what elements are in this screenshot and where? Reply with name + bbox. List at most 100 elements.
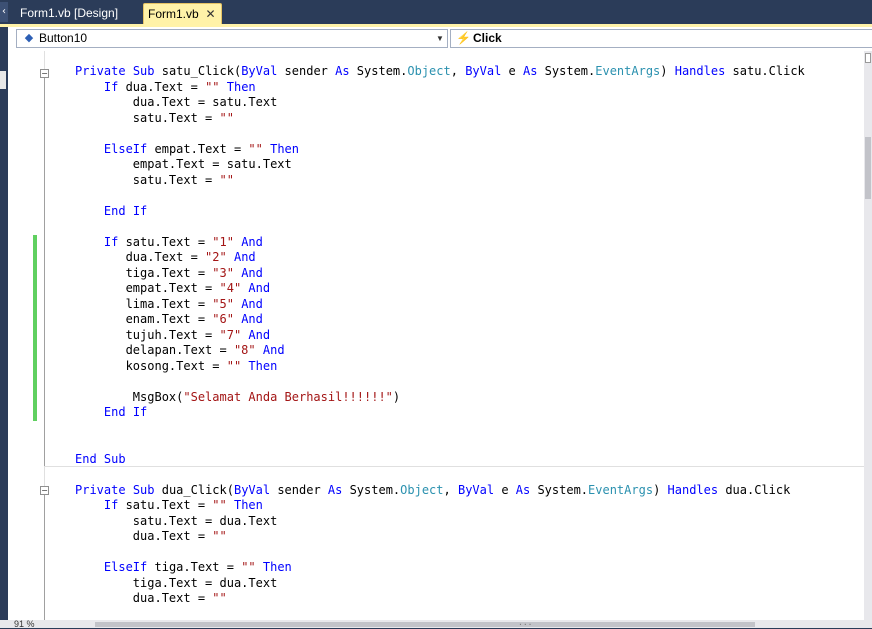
code-line[interactable]: [75, 126, 805, 142]
code-line[interactable]: dua.Text = "": [75, 529, 805, 545]
code-keyword: And: [241, 265, 263, 280]
button-control-icon: ◆: [24, 32, 34, 44]
code-line[interactable]: End If: [75, 204, 805, 220]
code-line[interactable]: If satu.Text = "1" And: [75, 235, 805, 251]
code-token: System.: [530, 482, 589, 497]
code-line[interactable]: kosong.Text = "" Then: [75, 359, 805, 375]
collapse-region-icon[interactable]: −: [40, 486, 49, 495]
code-token: empat.Text =: [75, 281, 220, 295]
code-token: sender: [277, 64, 336, 78]
code-keyword: Then: [248, 358, 278, 373]
code-line[interactable]: satu.Text = "": [75, 111, 805, 127]
code-line[interactable]: [75, 467, 805, 483]
code-token: e: [494, 482, 516, 497]
zoom-level[interactable]: 91 %: [14, 620, 35, 629]
code-token: sender: [270, 482, 328, 497]
code-keyword: Sub: [132, 482, 155, 497]
code-token: tiga.Text = dua.Text: [75, 575, 278, 590]
code-line[interactable]: End Sub: [75, 452, 805, 468]
code-token: dua.Text = satu.Text: [75, 95, 278, 109]
code-line[interactable]: lima.Text = "5" And: [75, 297, 805, 313]
tab-form1-design[interactable]: Form1.vb [Design]: [13, 3, 141, 25]
code-line[interactable]: Private Sub satu_Click(ByVal sender As S…: [75, 64, 805, 80]
code-token: enam.Text =: [75, 312, 213, 326]
code-line[interactable]: empat.Text = satu.Text: [75, 157, 805, 173]
horizontal-scroll-thumb[interactable]: ···: [95, 621, 755, 629]
code-token: satu.Text = dua.Text: [75, 513, 278, 528]
lightning-event-icon: ⚡: [456, 31, 471, 45]
code-line[interactable]: [75, 188, 805, 204]
code-keyword: And: [241, 296, 263, 311]
code-type: EventArgs: [595, 64, 661, 78]
code-line[interactable]: ElseIf empat.Text = "" Then: [75, 142, 805, 158]
code-line[interactable]: [75, 219, 805, 235]
code-type: Object: [400, 482, 444, 497]
code-token: empat.Text =: [147, 141, 249, 156]
split-handle-icon[interactable]: [865, 53, 871, 63]
code-token: e: [501, 64, 523, 78]
code-string: "": [219, 110, 234, 125]
code-token: System.: [537, 64, 596, 78]
code-string: "": [205, 79, 220, 94]
event-dropdown-value: Click: [473, 31, 502, 45]
object-dropdown[interactable]: ◆ Button10 ▼: [16, 29, 448, 48]
code-line[interactable]: satu.Text = dua.Text: [75, 514, 805, 530]
code-keyword: End: [103, 405, 126, 419]
code-line[interactable]: If dua.Text = "" Then: [75, 80, 805, 96]
left-panel-collapse-icon[interactable]: ‹: [0, 2, 8, 22]
toolbox-tab[interactable]: [0, 71, 6, 89]
code-line[interactable]: [75, 436, 805, 452]
code-line[interactable]: tujuh.Text = "7" And: [75, 328, 805, 344]
code-token: ,: [450, 64, 466, 78]
code-line[interactable]: delapan.Text = "8" And: [75, 343, 805, 359]
code-string: "5": [212, 296, 234, 311]
event-dropdown[interactable]: ⚡ Click: [450, 29, 872, 48]
code-line[interactable]: [75, 421, 805, 437]
code-line[interactable]: satu.Text = "": [75, 173, 805, 189]
code-keyword: Then: [270, 141, 300, 156]
code-line[interactable]: [75, 374, 805, 390]
code-line[interactable]: enam.Text = "6" And: [75, 312, 805, 328]
collapse-region-icon[interactable]: −: [40, 69, 49, 78]
code-keyword: ByVal: [233, 482, 271, 497]
code-token: satu.Text =: [118, 234, 213, 249]
code-line[interactable]: tiga.Text = dua.Text: [75, 576, 805, 592]
code-line[interactable]: End If: [75, 405, 805, 421]
code-string: "4": [219, 281, 242, 295]
code-token: ,: [443, 482, 458, 497]
code-token: dua_Click(: [154, 482, 234, 497]
code-line[interactable]: MsgBox("Selamat Anda Berhasil!!!!!!"): [75, 390, 805, 406]
code-editor[interactable]: − − Private Sub satu_Click(ByVal sender …: [8, 51, 864, 620]
code-keyword: As: [515, 482, 531, 497]
code-keyword: And: [248, 281, 271, 295]
code-keyword: End: [75, 451, 97, 466]
code-line[interactable]: Private Sub dua_Click(ByVal sender As Sy…: [75, 483, 805, 499]
code-line[interactable]: If satu.Text = "" Then: [75, 498, 805, 514]
code-keyword: If: [103, 79, 119, 94]
vertical-scroll-thumb[interactable]: [865, 137, 871, 199]
document-tab-strip: ‹ Form1.vb [Design] Form1.vb ✕: [0, 0, 872, 27]
code-line[interactable]: dua.Text = "2" And: [75, 250, 805, 266]
close-icon[interactable]: ✕: [204, 8, 217, 21]
code-line[interactable]: dua.Text = satu.Text: [75, 95, 805, 111]
chevron-down-icon[interactable]: ▼: [435, 30, 445, 47]
code-token: System.: [349, 64, 408, 78]
code-text[interactable]: Private Sub satu_Click(ByVal sender As S…: [75, 64, 805, 607]
tab-form1-code[interactable]: Form1.vb ✕: [143, 3, 222, 25]
code-keyword: As: [335, 64, 350, 78]
vertical-scrollbar[interactable]: [864, 51, 872, 620]
code-keyword: Then: [226, 79, 256, 94]
code-string: "": [212, 529, 227, 543]
code-keyword: Then: [233, 498, 263, 512]
code-string: "": [226, 358, 242, 373]
code-token: ): [660, 64, 675, 78]
code-line[interactable]: dua.Text = "": [75, 591, 805, 607]
code-string: "3": [212, 265, 234, 280]
code-line[interactable]: empat.Text = "4" And: [75, 281, 805, 297]
code-line[interactable]: tiga.Text = "3" And: [75, 266, 805, 282]
code-line[interactable]: ElseIf tiga.Text = "" Then: [75, 560, 805, 576]
code-line[interactable]: [75, 545, 805, 561]
